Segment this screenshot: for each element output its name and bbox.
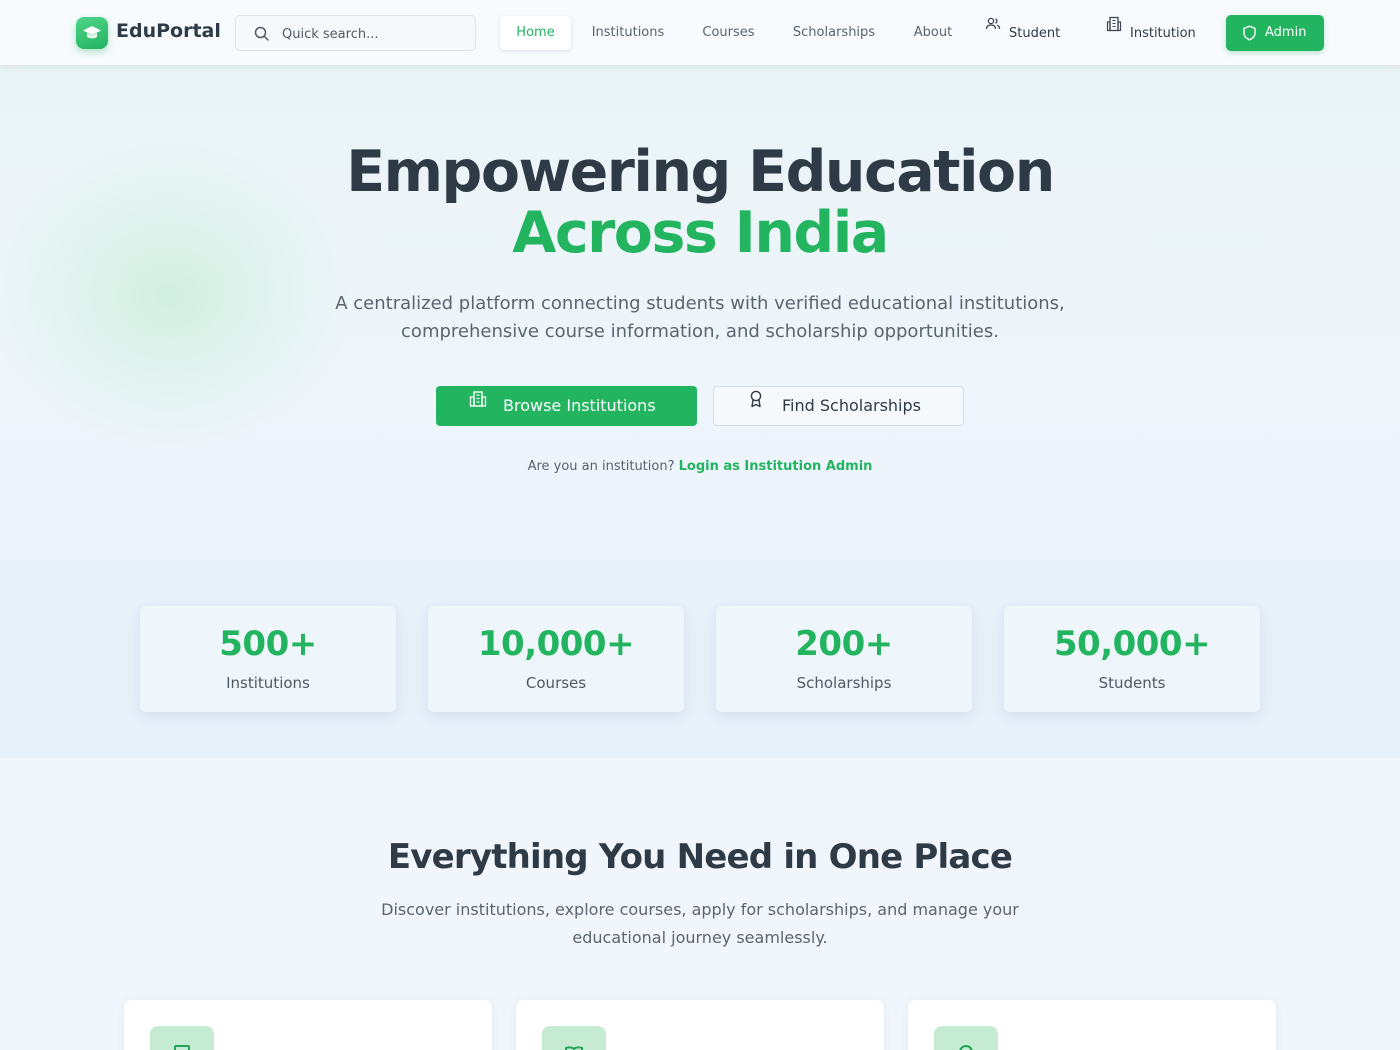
stat-card-courses: 10,000+ Courses [428,606,684,712]
stat-value: 50,000+ [1053,624,1211,664]
hero-title-line1: Empowering Education [346,139,1055,205]
student-login[interactable]: Student [985,16,1075,50]
features-subtitle-line1: Discover institutions, explore courses, … [381,900,1019,919]
features-title: Everything You Need in One Place [387,837,1013,877]
quick-search[interactable] [235,15,476,51]
institution-label: Institution [1130,26,1196,41]
stat-card-institutions: 500+ Institutions [140,606,396,712]
institution-admin-login-link[interactable]: Login as Institution Admin [679,459,873,474]
institution-login[interactable]: Institution [1106,16,1206,50]
logo-icon[interactable] [76,17,108,49]
browse-institutions-button[interactable]: Browse Institutions [436,386,697,426]
nav-about[interactable]: About [903,16,963,50]
top-navbar: EduPortal Home Institutions Courses Scho… [0,0,1400,66]
hero-subtitle-line1: A centralized platform connecting studen… [335,293,1065,314]
feature-icon-box [150,1026,214,1050]
nav-home[interactable]: Home [500,16,571,50]
award-icon [959,1045,973,1050]
admin-label: Admin [1265,25,1307,40]
nav-institutions[interactable]: Institutions [583,16,673,50]
feature-card-scholarships[interactable] [908,1000,1276,1050]
feature-icon-box [934,1026,998,1050]
features-subtitle-line2: educational journey seamlessly. [572,928,828,947]
find-scholarships-label: Find Scholarships [782,396,921,415]
hero-subtitle-line2: comprehensive course information, and sc… [401,321,999,342]
building-icon [1106,16,1122,32]
nav-scholarships[interactable]: Scholarships [785,16,883,50]
admin-button[interactable]: Admin [1226,15,1324,51]
building-icon [469,391,487,407]
feature-card-courses[interactable] [516,1000,884,1050]
feature-icon-box [542,1026,606,1050]
building-icon [174,1045,190,1050]
stat-value: 200+ [795,624,893,664]
book-open-icon [565,1046,583,1050]
nav-courses[interactable]: Courses [691,16,766,50]
hero-title-line2: Across India [512,200,889,266]
hero-subtitle: A centralized platform connecting studen… [300,290,1100,346]
stat-label: Courses [525,674,587,692]
shield-icon [1243,25,1256,41]
users-icon [985,17,1001,30]
browse-institutions-label: Browse Institutions [503,396,656,415]
brand-name[interactable]: EduPortal [116,20,221,42]
stat-card-students: 50,000+ Students [1004,606,1260,712]
feature-card-institutions[interactable] [124,1000,492,1050]
student-label: Student [1009,26,1061,41]
stat-label: Institutions [226,674,310,692]
stat-value: 10,000+ [477,624,635,664]
institution-prompt-text: Are you an institution? [527,459,675,474]
stat-value: 500+ [219,624,317,664]
features-subtitle: Discover institutions, explore courses, … [350,896,1050,952]
stat-card-scholarships: 200+ Scholarships [716,606,972,712]
award-icon [750,390,762,408]
graduation-cap-icon [83,26,101,39]
search-input[interactable] [282,24,467,44]
stat-label: Students [1098,674,1166,692]
find-scholarships-button[interactable]: Find Scholarships [713,386,964,426]
stat-label: Scholarships [796,674,892,692]
search-icon [254,26,269,41]
institution-login-prompt: Are you an institution? Login as Institu… [0,459,1400,474]
